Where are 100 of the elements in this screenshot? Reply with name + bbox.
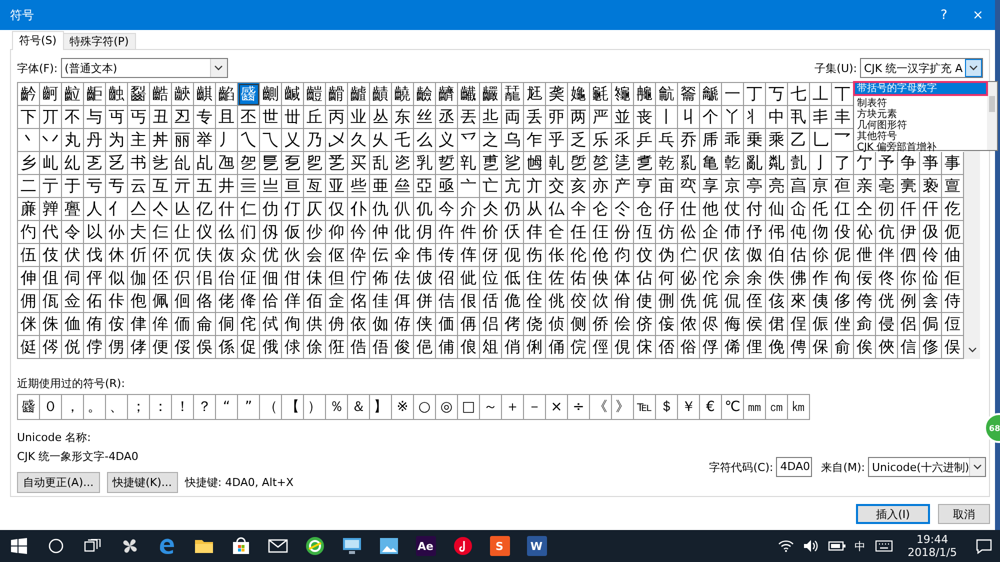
speaker-icon[interactable] xyxy=(802,539,819,553)
symbol-cell[interactable]: 予 xyxy=(876,152,898,175)
symbol-cell[interactable]: 侖 xyxy=(194,313,216,336)
symbol-cell[interactable]: 伣 xyxy=(502,244,524,267)
symbol-cell[interactable]: 俛 xyxy=(766,336,788,359)
symbol-cell[interactable]: 佪 xyxy=(172,290,194,313)
symbol-cell[interactable]: 但 xyxy=(326,267,348,290)
symbol-cell[interactable]: 亲 xyxy=(854,175,876,198)
symbol-cell[interactable]: 丢 xyxy=(524,106,546,129)
symbol-cell[interactable]: 乑 xyxy=(612,129,634,152)
symbol-cell[interactable]: 䶦 xyxy=(370,83,392,106)
symbol-cell[interactable]: 作 xyxy=(810,267,832,290)
clock-time[interactable]: 19:44 xyxy=(916,533,948,546)
symbol-cell[interactable]: 伍 xyxy=(18,244,40,267)
symbol-cell[interactable]: 严 xyxy=(590,106,612,129)
symbol-cell[interactable]: 乥 xyxy=(106,152,128,175)
symbol-cell[interactable]: 书 xyxy=(128,152,150,175)
symbol-cell[interactable]: 乵 xyxy=(458,152,480,175)
symbol-cell[interactable]: 俠 xyxy=(876,336,898,359)
symbol-cell[interactable]: 乁 xyxy=(260,129,282,152)
symbol-cell[interactable]: 伢 xyxy=(480,244,502,267)
dialog-button[interactable]: 快捷键(K)... xyxy=(106,472,178,493)
symbol-cell[interactable]: 二 xyxy=(18,175,40,198)
symbol-cell[interactable]: 仱 xyxy=(348,221,370,244)
symbol-cell[interactable]: 乢 xyxy=(40,152,62,175)
symbol-cell[interactable]: 佊 xyxy=(414,267,436,290)
battery-icon[interactable] xyxy=(828,541,846,551)
symbol-cell[interactable]: 么 xyxy=(414,129,436,152)
monitor-icon[interactable] xyxy=(342,537,362,555)
symbol-cell[interactable]: 佫 xyxy=(194,290,216,313)
symbol-cell[interactable]: 件 xyxy=(458,221,480,244)
symbol-cell[interactable]: 侁 xyxy=(678,290,700,313)
symbol-cell[interactable]: 佽 xyxy=(590,290,612,313)
encoding-dropdown[interactable]: Unicode(十六进制) xyxy=(868,457,986,477)
symbol-cell[interactable]: 介 xyxy=(458,198,480,221)
symbol-cell[interactable]: 今 xyxy=(436,198,458,221)
symbol-cell[interactable]: 业 xyxy=(348,106,370,129)
symbol-cell[interactable]: 䶵 xyxy=(700,83,722,106)
help-button[interactable]: ? xyxy=(927,0,961,30)
symbol-cell[interactable]: 乭 xyxy=(282,152,304,175)
search-icon[interactable] xyxy=(48,538,64,554)
symbol-cell[interactable]: 伡 xyxy=(458,244,480,267)
scrollbar[interactable] xyxy=(987,82,997,150)
symbol-cell[interactable]: 五 xyxy=(194,175,216,198)
symbol-cell[interactable]: 仙 xyxy=(766,198,788,221)
symbol-cell[interactable]: 仹 xyxy=(524,221,546,244)
symbol-cell[interactable]: 任 xyxy=(568,221,590,244)
symbol-cell[interactable]: 一 xyxy=(722,83,744,106)
symbol-cell[interactable]: 伶 xyxy=(920,244,942,267)
symbol-cell[interactable]: 丟 xyxy=(458,106,480,129)
symbol-cell[interactable]: 並 xyxy=(612,106,634,129)
symbol-cell[interactable]: 亠 xyxy=(458,175,480,198)
symbol-cell[interactable]: 伦 xyxy=(568,244,590,267)
symbol-cell[interactable]: 与 xyxy=(84,106,106,129)
symbol-cell[interactable]: 亙 xyxy=(304,175,326,198)
symbol-cell[interactable]: 佚 xyxy=(766,267,788,290)
symbol-cell[interactable]: 仚 xyxy=(788,198,810,221)
symbol-cell[interactable]: 仧 xyxy=(128,221,150,244)
symbol-cell[interactable]: 俅 xyxy=(282,336,304,359)
music-icon[interactable] xyxy=(452,536,472,556)
symbol-cell[interactable]: 京 xyxy=(722,175,744,198)
symbol-cell[interactable]: 䶰 xyxy=(590,83,612,106)
symbol-cell[interactable]: 伾 xyxy=(150,267,172,290)
symbol-cell[interactable]: 䶝 xyxy=(172,83,194,106)
symbol-cell[interactable]: 乾 xyxy=(656,152,678,175)
symbol-cell[interactable]: 係 xyxy=(216,336,238,359)
symbol-cell[interactable]: 井 xyxy=(216,175,238,198)
symbol-cell[interactable]: 仮 xyxy=(282,221,304,244)
symbol-cell[interactable]: 亟 xyxy=(436,175,458,198)
symbol-cell[interactable]: 侓 xyxy=(128,313,150,336)
symbol-cell[interactable]: 仆 xyxy=(348,198,370,221)
symbol-cell[interactable]: 䶚 xyxy=(106,83,128,106)
symbol-cell[interactable]: 乽 xyxy=(634,152,656,175)
symbol-cell[interactable]: 俍 xyxy=(458,336,480,359)
symbol-cell[interactable]: 亼 xyxy=(128,198,150,221)
list-option[interactable]: 方块元素 xyxy=(854,109,987,120)
symbol-cell[interactable]: 保 xyxy=(810,336,832,359)
symbol-cell[interactable]: 亸 xyxy=(40,198,62,221)
symbol-cell[interactable]: 佰 xyxy=(304,290,326,313)
symbol-cell[interactable]: 亅 xyxy=(810,152,832,175)
symbol-cell[interactable]: 乊 xyxy=(458,129,480,152)
symbol-cell[interactable]: 佶 xyxy=(436,290,458,313)
symbol-cell[interactable]: 俆 xyxy=(304,336,326,359)
symbol-cell[interactable]: 亢 xyxy=(502,175,524,198)
symbol-cell[interactable]: 併 xyxy=(414,290,436,313)
symbol-cell[interactable]: 乹 xyxy=(546,152,568,175)
symbol-cell[interactable]: 乲 xyxy=(392,152,414,175)
symbol-cell[interactable]: 侦 xyxy=(546,313,568,336)
list-option[interactable]: 制表符 xyxy=(854,98,987,109)
symbol-cell[interactable]: 例 xyxy=(898,290,920,313)
symbol-cell[interactable]: 侇 xyxy=(810,290,832,313)
symbol-cell[interactable]: 侱 xyxy=(788,313,810,336)
symbol-cell[interactable]: 丛 xyxy=(370,106,392,129)
symbol-cell[interactable]: 乀 xyxy=(238,129,260,152)
symbol-cell[interactable]: 亥 xyxy=(568,175,590,198)
symbol-cell[interactable]: 䶲 xyxy=(634,83,656,106)
symbol-cell[interactable]: 乨 xyxy=(172,152,194,175)
symbol-cell[interactable]: 乣 xyxy=(62,152,84,175)
symbol-cell[interactable]: 伭 xyxy=(722,244,744,267)
symbol-cell[interactable]: 伧 xyxy=(590,244,612,267)
